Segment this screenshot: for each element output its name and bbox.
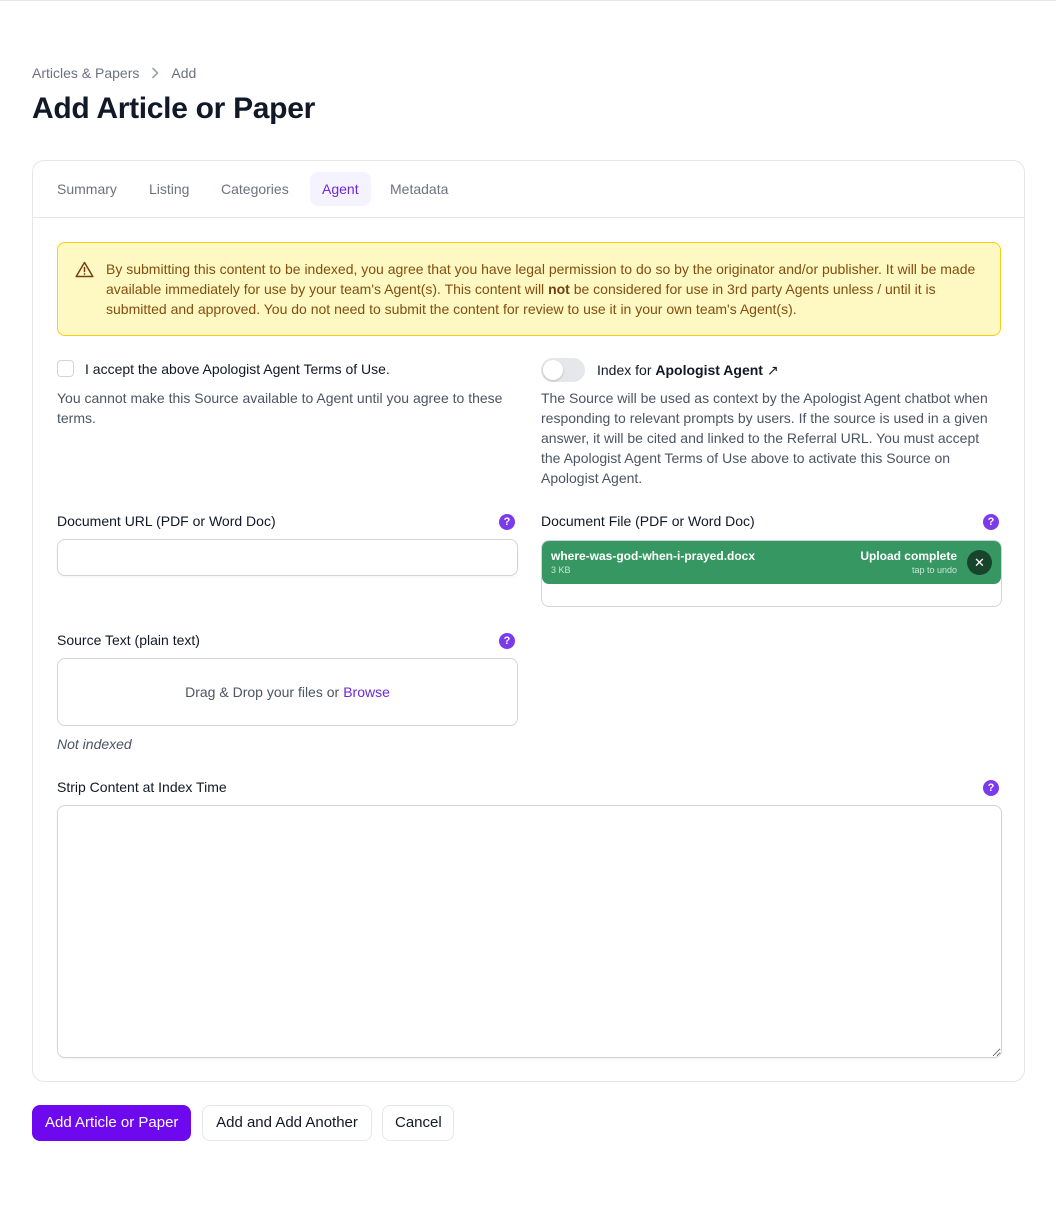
terms-checkbox[interactable]: [57, 360, 74, 377]
document-url-help-icon[interactable]: ?: [499, 514, 515, 530]
form-card: Summary Listing Categories Agent Metadat…: [32, 160, 1025, 1082]
external-link-icon: ↗: [766, 361, 779, 378]
warning-text: By submitting this content to be indexed…: [106, 261, 976, 317]
source-text-help-icon[interactable]: ?: [499, 633, 515, 649]
index-toggle-row: Index for Apologist Agent ↗: [541, 358, 779, 382]
uploaded-file-item: where-was-god-when-i-prayed.docx 3 KB Up…: [542, 541, 1001, 584]
source-text-label: Source Text (plain text): [57, 632, 200, 648]
add-article-button[interactable]: Add Article or Paper: [32, 1105, 191, 1141]
apologist-agent-link[interactable]: Apologist Agent: [655, 362, 763, 378]
breadcrumb-current: Add: [171, 65, 197, 81]
legal-warning-alert: By submitting this content to be indexed…: [57, 242, 1001, 336]
document-file-help-icon[interactable]: ?: [983, 514, 999, 530]
chevron-right-icon: [151, 67, 159, 79]
index-status-text: Not indexed: [57, 736, 132, 752]
index-agent-toggle[interactable]: [541, 358, 585, 382]
breadcrumb: Articles & Papers Add: [32, 65, 196, 81]
terms-helper-text: You cannot make this Source available to…: [57, 390, 503, 426]
upload-status: Upload complete: [860, 549, 957, 563]
cancel-button[interactable]: Cancel: [382, 1105, 454, 1141]
remove-file-close-icon[interactable]: ✕: [967, 550, 992, 575]
uploaded-file-size: 3 KB: [551, 565, 571, 575]
upload-undo-hint[interactable]: tap to undo: [912, 565, 957, 575]
warning-triangle-icon: [75, 261, 94, 283]
document-url-field-wrapper: [57, 539, 518, 576]
tab-agent[interactable]: Agent: [310, 172, 371, 206]
index-toggle-label: Index for Apologist Agent ↗: [597, 361, 779, 378]
page-title: Add Article or Paper: [32, 92, 315, 125]
document-file-upload[interactable]: where-was-god-when-i-prayed.docx 3 KB Up…: [541, 540, 1002, 607]
tab-bar: Summary Listing Categories Agent Metadat…: [33, 161, 1024, 218]
source-text-dropzone[interactable]: Drag & Drop your files or Browse: [57, 658, 518, 726]
index-helper-text: The Source will be used as context by th…: [541, 390, 988, 486]
document-url-input[interactable]: [58, 540, 517, 575]
terms-label: I accept the above Apologist Agent Terms…: [85, 360, 390, 377]
browse-link[interactable]: Browse: [343, 684, 390, 700]
strip-content-label: Strip Content at Index Time: [57, 779, 227, 795]
strip-content-field-wrapper: [57, 805, 1002, 1058]
tab-listing[interactable]: Listing: [137, 172, 201, 206]
top-divider: [0, 0, 1056, 1]
tab-metadata[interactable]: Metadata: [378, 172, 460, 206]
strip-content-textarea[interactable]: [58, 806, 1001, 1057]
terms-checkbox-row: I accept the above Apologist Agent Terms…: [57, 360, 390, 377]
tab-categories[interactable]: Categories: [209, 172, 301, 206]
uploaded-file-name: where-was-god-when-i-prayed.docx: [551, 549, 756, 563]
document-url-label: Document URL (PDF or Word Doc): [57, 513, 276, 529]
add-and-add-another-button[interactable]: Add and Add Another: [202, 1105, 372, 1141]
strip-content-help-icon[interactable]: ?: [983, 780, 999, 796]
dropzone-text: Drag & Drop your files or: [185, 684, 340, 700]
tab-summary[interactable]: Summary: [45, 172, 129, 206]
toggle-knob: [543, 360, 563, 380]
document-file-label: Document File (PDF or Word Doc): [541, 513, 755, 529]
breadcrumb-parent-link[interactable]: Articles & Papers: [32, 65, 139, 81]
